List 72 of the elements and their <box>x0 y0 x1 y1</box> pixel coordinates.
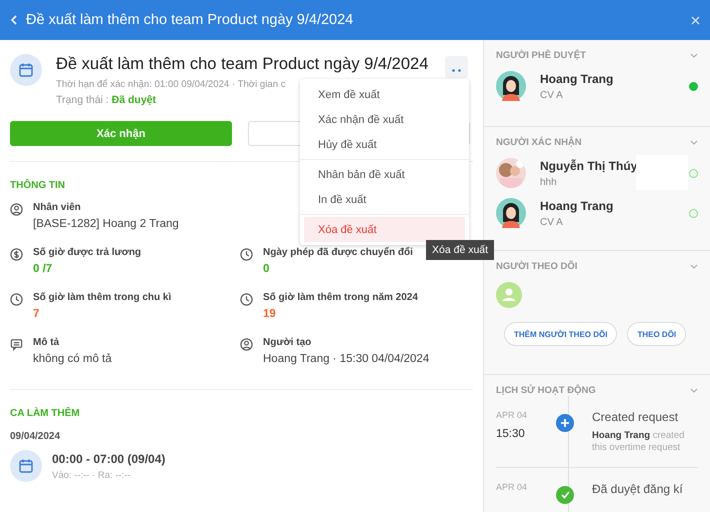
redacted-area <box>636 155 688 190</box>
menu-item[interactable]: Xác nhận đề xuất <box>304 107 465 132</box>
user-icon <box>10 203 23 216</box>
dots-icon <box>452 68 461 72</box>
clock-icon <box>240 293 253 306</box>
event-date: APR 04 <box>496 482 528 492</box>
close-icon[interactable] <box>691 16 700 24</box>
person-role: hhh <box>540 176 558 188</box>
menu-item[interactable]: Xóa đề xuất <box>304 217 465 242</box>
field-label: Số giờ làm thêm trong năm 2024 <box>263 292 418 303</box>
status-label: Trạng thái : <box>56 94 109 106</box>
chevron-icon <box>690 264 698 269</box>
menu-item[interactable]: In đề xuất <box>304 187 465 212</box>
field-value: không có mô tả <box>33 353 112 365</box>
section-heading: NGƯỜI THEO DÕI <box>496 261 578 272</box>
avatar <box>496 198 526 228</box>
status-value: Đã duyệt <box>112 94 156 106</box>
comment-icon <box>10 338 23 351</box>
follow-button[interactable]: THÊM NGƯỜI THEO DÕI <box>504 322 618 346</box>
field-value: 7 <box>33 308 40 320</box>
more-button[interactable] <box>445 56 468 78</box>
check-icon <box>556 486 574 504</box>
person-name: Nguyễn Thị Thúy <box>540 158 638 172</box>
shift-time: 00:00 - 07:00 (09/04) <box>52 452 166 466</box>
chevron-icon <box>690 140 698 145</box>
clock-icon <box>240 248 253 261</box>
calendar-glyph <box>18 458 34 474</box>
check-in-out: Vào: --:-- · Ra: --:-- <box>52 470 132 480</box>
section-heading: NGƯỜI XÁC NHẬN <box>496 137 582 148</box>
section-heading: NGƯỜI PHÊ DUYỆT <box>496 50 586 61</box>
menu-item[interactable]: Nhân bản đề xuất <box>304 162 465 187</box>
request-title: Đề xuất làm thêm cho team Product ngày 9/4/2024 <box>56 55 428 74</box>
field-label: Số giờ làm thêm trong chu kì <box>33 292 172 303</box>
field-label: Số giờ được trả lương <box>33 247 142 258</box>
event-title: Created request <box>592 410 680 424</box>
chevron-icon <box>690 53 698 58</box>
section-heading: CA LÀM THÊM <box>10 408 81 419</box>
section-heading: LỊCH SỬ HOẠT ĐỘNG <box>496 385 596 396</box>
person-role: CV A <box>540 90 564 100</box>
chevron-icon <box>690 388 698 393</box>
field-label: Người tạo <box>263 337 312 348</box>
field-value: Hoang Trang · 15:30 04/04/2024 <box>263 353 430 365</box>
field-value: 0 <box>263 263 270 275</box>
request-deadline: Thời hạn để xác nhận: 01:00 09/04/2024 · Thời gian c <box>56 79 286 90</box>
dollar-icon <box>10 248 23 261</box>
field-value: 19 <box>263 308 277 320</box>
shift-date: 09/04/2024 <box>10 431 62 442</box>
person-name: Hoang Trang <box>540 198 614 212</box>
window-title: Đề xuất làm thêm cho team Product ngày 9/4/2024 <box>26 12 354 28</box>
event-date: APR 04 <box>496 410 528 420</box>
event-title: Đã duyệt đăng kí <box>592 482 684 496</box>
calendar-glyph <box>18 62 34 78</box>
person-name: Hoang Trang <box>540 72 614 86</box>
tooltip: Xóa đề xuất <box>426 240 494 260</box>
person-role: CV A <box>540 216 564 228</box>
event-description: Hoang Trang created this overtime request <box>592 430 686 455</box>
section-heading: THÔNG TIN <box>10 180 66 191</box>
event-time: 15:30 <box>496 428 526 440</box>
back-icon[interactable] <box>10 15 18 25</box>
avatar <box>496 71 526 101</box>
plus-icon <box>556 414 574 432</box>
field-label: Nhân viên <box>33 202 82 213</box>
field-value: 0 /7 <box>33 263 54 275</box>
field-value: [BASE-1282] Hoang 2 Trang <box>33 218 179 230</box>
clock-icon <box>10 293 23 306</box>
follower-avatar-icon <box>496 282 522 308</box>
follow-button[interactable]: THEO DÕI <box>627 322 686 346</box>
user-icon <box>240 338 253 351</box>
field-label: Ngày phép đã được chuyển đổi <box>263 247 413 258</box>
menu-item[interactable]: Xem đề xuất <box>304 82 465 107</box>
menu-item[interactable]: Hủy đề xuất <box>304 132 465 157</box>
field-label: Mô tả <box>33 337 60 348</box>
